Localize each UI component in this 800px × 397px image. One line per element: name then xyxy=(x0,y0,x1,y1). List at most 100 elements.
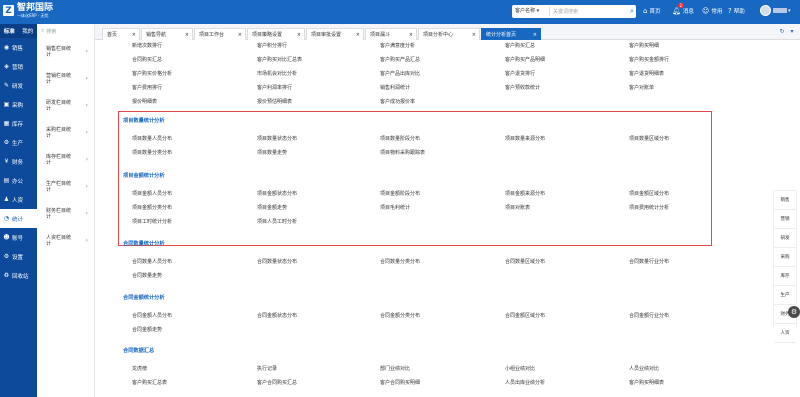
report-link[interactable]: 市场机会对比分析 xyxy=(257,70,297,77)
report-link[interactable]: 客户预收款统计 xyxy=(505,84,540,91)
report-link[interactable]: 项目数量分类分布 xyxy=(132,149,172,156)
close-icon[interactable]: × xyxy=(356,32,360,38)
report-link[interactable]: 客户积分排行 xyxy=(257,42,287,49)
report-link[interactable]: 客户购买价格分析 xyxy=(132,70,172,77)
sidebar-item-rnd[interactable]: ✎ 研发 xyxy=(0,76,37,95)
sidebar-item-production[interactable]: ⚙ 生产 xyxy=(0,133,37,152)
report-link[interactable]: 报价预估明细表 xyxy=(257,98,292,105)
tab-project-strategy[interactable]: 项目策略设置 × xyxy=(247,28,305,40)
submenu-item[interactable]: 研发栏目统计 › xyxy=(37,92,94,119)
report-link[interactable]: 项目金额来源分布 xyxy=(505,190,545,197)
report-link[interactable]: 合同数量走势 xyxy=(132,272,162,279)
report-link[interactable]: 客户购买对比汇总表 xyxy=(257,56,302,63)
close-icon[interactable]: × xyxy=(185,32,189,38)
report-link[interactable]: 合同数量行业分布 xyxy=(629,258,669,265)
search-input[interactable]: 关键词搜索 xyxy=(550,8,628,15)
sidebar-item-account[interactable]: ☻ 账号 xyxy=(0,228,37,247)
topnav-help[interactable]: ? 帮助 xyxy=(728,7,745,15)
quick-nav-marketing[interactable]: 营销 xyxy=(774,210,796,229)
submenu-item[interactable]: 销售栏目统计 › xyxy=(37,38,94,65)
report-link[interactable]: 项目费用统计分析 xyxy=(629,204,669,211)
quick-nav-sales[interactable]: 销售 xyxy=(774,191,796,210)
submenu-item[interactable]: 营销栏目统计 › xyxy=(37,65,94,92)
report-link[interactable]: 合同金额行业分布 xyxy=(629,312,669,319)
tab-standard[interactable]: 标准 xyxy=(4,27,15,35)
report-link[interactable]: 客户合同购买明细 xyxy=(380,379,420,386)
report-link[interactable]: 销售利润统计 xyxy=(380,84,410,91)
report-link[interactable]: 合同数量状态分布 xyxy=(257,258,297,265)
report-link[interactable]: 合同金额分类分布 xyxy=(380,312,420,319)
sidebar-item-marketing[interactable]: ◈ 营销 xyxy=(0,57,37,76)
sidebar-item-hr[interactable]: ♟ 人资 xyxy=(0,190,37,209)
report-link[interactable]: 项目金额人员分布 xyxy=(132,190,172,197)
report-link[interactable]: 项目金额阶段分布 xyxy=(380,190,420,197)
report-link[interactable]: 项目工时统计分析 xyxy=(132,218,172,225)
report-link[interactable]: 项目数量区域分布 xyxy=(629,135,669,142)
report-link[interactable]: 客户购买明细表 xyxy=(629,379,664,386)
report-link[interactable]: 项目数量走势 xyxy=(257,149,287,156)
report-link[interactable]: 项目数量人员分布 xyxy=(132,135,172,142)
report-link[interactable]: 客户满意度分析 xyxy=(380,42,415,49)
report-link[interactable]: 客户购买明细 xyxy=(629,42,659,49)
report-link[interactable]: 客户对账单 xyxy=(629,84,654,91)
report-link[interactable]: 项目对账表 xyxy=(505,204,530,211)
quick-nav-rnd[interactable]: 研发 xyxy=(774,229,796,248)
sidebar-item-inventory[interactable]: ▦ 库存 xyxy=(0,114,37,133)
search-scope-select[interactable]: 客户名称 ▾ xyxy=(512,7,550,16)
quick-nav-production[interactable]: 生产 xyxy=(774,286,796,305)
report-link[interactable]: 合同金额状态分布 xyxy=(257,312,297,319)
topnav-common[interactable]: ☺ 常用 xyxy=(702,7,722,15)
tab-stats-home[interactable]: 统计分析首页 × xyxy=(481,28,541,40)
report-link[interactable]: 合同数量区域分布 xyxy=(505,258,545,265)
submenu-search[interactable]: ⌕ 搜索 xyxy=(37,24,94,38)
sidebar-item-recycle[interactable]: ♻ 回收站 xyxy=(0,266,37,285)
topnav-messages[interactable]: 🔔︎ 2 消息 xyxy=(672,3,694,15)
sidebar-item-purchase[interactable]: ▣ 采购 xyxy=(0,95,37,114)
report-link[interactable]: 客户购买金额排行 xyxy=(629,56,669,63)
report-link[interactable]: 龙虎榜 xyxy=(132,365,147,372)
close-icon[interactable]: × xyxy=(238,32,242,38)
sidebar-item-office[interactable]: ▤ 办公 xyxy=(0,171,37,190)
report-link[interactable]: 客户合同购买汇总 xyxy=(257,379,297,386)
gear-icon[interactable]: ⚙ xyxy=(788,306,800,318)
report-link[interactable]: 客户产品出库对比 xyxy=(380,70,420,77)
report-link[interactable]: 项目数量状态分布 xyxy=(257,135,297,142)
report-link[interactable]: 合同金额区域分布 xyxy=(505,312,545,319)
user-menu[interactable]: ▾ xyxy=(760,5,791,16)
submenu-item[interactable]: 库存栏目统计 › xyxy=(37,146,94,173)
report-link[interactable]: 项目金额区域分布 xyxy=(629,190,669,197)
report-link[interactable]: 新增次数排行 xyxy=(132,42,162,49)
report-link[interactable]: 项目数量阶段分布 xyxy=(380,135,420,142)
report-link[interactable]: 项目金额走势 xyxy=(257,204,287,211)
report-link[interactable]: 人员业绩对比 xyxy=(629,365,659,372)
close-icon[interactable]: × xyxy=(533,32,537,38)
report-link[interactable]: 项目金额状态分布 xyxy=(257,190,297,197)
search-icon[interactable]: ⌕ xyxy=(628,7,636,16)
report-link[interactable]: 客户成功报价率 xyxy=(380,98,415,105)
tab-sales-nav[interactable]: 销售导航 × xyxy=(141,28,193,40)
tab-mine[interactable]: 我的 xyxy=(22,27,33,35)
report-link[interactable]: 客户购买产品汇总 xyxy=(380,56,420,63)
sidebar-item-settings[interactable]: ⚙ 设置 xyxy=(0,247,37,266)
submenu-item[interactable]: 采购栏目统计 › xyxy=(37,119,94,146)
report-link[interactable]: 客户购买汇总表 xyxy=(132,379,167,386)
refresh-icon[interactable]: ↻ xyxy=(777,28,787,35)
sidebar-item-stats[interactable]: ◔ 统计 xyxy=(0,209,37,228)
submenu-item[interactable]: 生产栏目统计 › xyxy=(37,173,94,200)
report-link[interactable]: 项目物料采购跟踪表 xyxy=(380,149,425,156)
tab-project-approval[interactable]: 项目审批设置 × xyxy=(306,28,364,40)
quick-nav-inventory[interactable]: 库存 xyxy=(774,267,796,286)
report-link[interactable]: 报价明细表 xyxy=(132,98,157,105)
report-link[interactable]: 客户费用排行 xyxy=(132,84,162,91)
tab-project-analysis[interactable]: 项目分析中心 × xyxy=(418,28,480,40)
report-link[interactable]: 客户退货排行 xyxy=(505,70,535,77)
tab-project-funnel[interactable]: 项目漏斗 × xyxy=(365,28,417,40)
close-icon[interactable]: × xyxy=(297,32,301,38)
report-link[interactable]: 客户利润率排行 xyxy=(257,84,292,91)
submenu-item[interactable]: 人资栏目统计 › xyxy=(37,227,94,254)
report-link[interactable]: 合同购买汇总 xyxy=(132,56,162,63)
report-link[interactable]: 项目毛利统计 xyxy=(380,204,410,211)
app-logo[interactable]: Z 智邦国际 一体化ERP · 无忧 xyxy=(3,3,53,18)
report-link[interactable]: 项目数量来源分布 xyxy=(505,135,545,142)
report-link[interactable]: 合同数量分类分布 xyxy=(380,258,420,265)
